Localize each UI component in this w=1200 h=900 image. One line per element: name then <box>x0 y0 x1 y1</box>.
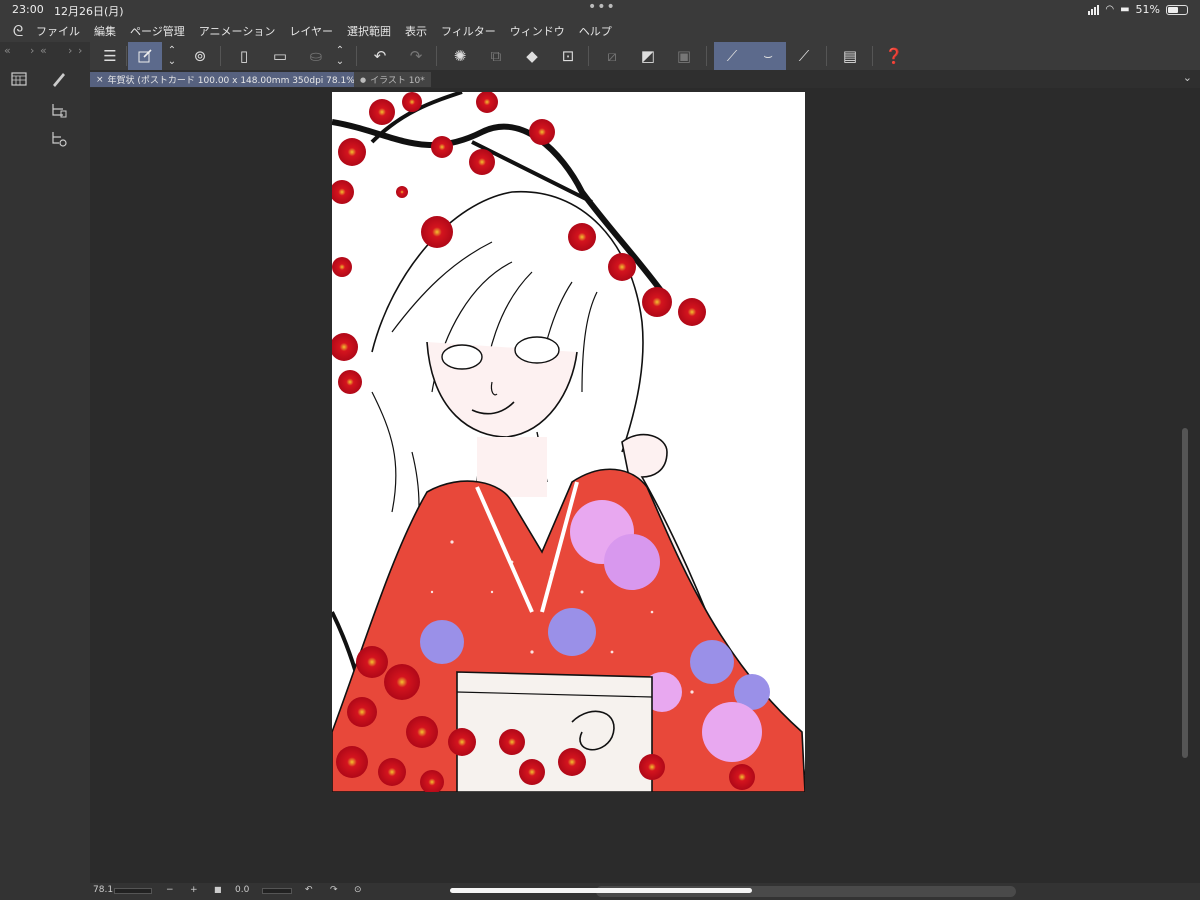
battery-percent: 51% <box>1135 3 1160 16</box>
open-folder-icon[interactable]: ▭ <box>266 42 294 70</box>
document-tab-bar: × 年賀状 (ポストカード 100.00 x 148.00mm 350dpi 7… <box>90 70 1200 88</box>
app-window: 23:00 12月26日(月) ••• ◠ ▬ 51% ᘓ ファイル 編集 ペー… <box>0 0 1200 900</box>
collapse-left-icon[interactable]: « <box>4 44 11 57</box>
menu-view[interactable]: 表示 <box>405 23 427 39</box>
multitasking-dots-icon[interactable]: ••• <box>588 0 616 15</box>
zoom-out-button[interactable]: − <box>166 885 174 895</box>
rotate-left-icon[interactable]: ↶ <box>305 885 313 895</box>
unsaved-dot-icon: ● <box>360 75 367 84</box>
toolbar-divider <box>872 46 873 66</box>
menu-file[interactable]: ファイル <box>36 23 80 39</box>
vertical-scrollbar[interactable] <box>1182 428 1188 758</box>
menu-edit[interactable]: 編集 <box>94 23 116 39</box>
toolbar-divider <box>126 46 127 66</box>
menu-layer[interactable]: レイヤー <box>289 23 333 39</box>
toolbar-divider <box>436 46 437 66</box>
command-bar: ☰ ⌃ ⌄ ⊚ ▯ ▭ ⛀ ⌃ ⌄ ↶ ↷ ✺ ⧉ ◆ ⊡ ⧄ ◩ ▣ ⟋ ⌣ ⟋ … <box>90 42 1200 70</box>
tab-label: 年賀状 (ポストカード 100.00 x 148.00mm 350dpi 78.… <box>107 76 359 86</box>
save-icon[interactable]: ⛀ <box>302 42 330 70</box>
snap-brush-icon[interactable]: ⌣ <box>750 42 786 70</box>
toolbar-divider <box>356 46 357 66</box>
zoom-value[interactable]: 78.1 <box>93 885 113 895</box>
left-palette-rail: « › « › › <box>0 42 90 900</box>
companion-mode-icon[interactable]: ▤ <box>836 42 864 70</box>
undo-icon[interactable]: ↶ <box>366 42 394 70</box>
toolbar-divider <box>588 46 589 66</box>
toolbar-divider <box>826 46 827 66</box>
menu-page-management[interactable]: ページ管理 <box>130 23 185 39</box>
status-bar: 23:00 12月26日(月) ••• ◠ ▬ 51% <box>0 0 1200 20</box>
close-tab-icon[interactable]: × <box>96 75 104 85</box>
clear-selection-icon[interactable]: ⧄ <box>598 42 626 70</box>
menu-help[interactable]: ヘルプ <box>579 23 612 39</box>
illustration-canvas[interactable] <box>332 92 805 792</box>
hamburger-menu-icon[interactable]: ☰ <box>96 42 124 70</box>
border-selection-icon[interactable]: ▣ <box>670 42 698 70</box>
menu-bar: ᘓ ファイル 編集 ページ管理 アニメーション レイヤー 選択範囲 表示 フィル… <box>0 20 1200 42</box>
menu-filter[interactable]: フィルター <box>441 23 496 39</box>
menu-window[interactable]: ウィンドウ <box>510 23 565 39</box>
status-time: 23:00 <box>12 3 44 16</box>
tab-nengajo[interactable]: × 年賀状 (ポストカード 100.00 x 148.00mm 350dpi 7… <box>90 72 365 87</box>
zoom-in-button[interactable]: + <box>190 885 198 895</box>
toolbar-divider <box>220 46 221 66</box>
snap-ruler-icon[interactable]: ⟋ <box>714 42 750 70</box>
wifi-icon: ◠ <box>1105 4 1115 15</box>
zoom-slider[interactable] <box>114 888 152 894</box>
toolbar-divider <box>706 46 707 66</box>
reset-rotation-icon[interactable]: ⊙ <box>354 885 362 895</box>
expand-right-icon-2[interactable]: › <box>78 44 82 57</box>
canvas-area[interactable] <box>90 88 1190 883</box>
snap-special-ruler-icon[interactable]: ⟋ <box>790 42 818 70</box>
loading-spinner-icon[interactable]: ✺ <box>446 42 474 70</box>
fit-view-icon[interactable]: ■ <box>214 885 222 894</box>
fill-bucket-icon[interactable]: ◆ <box>518 42 546 70</box>
rotate-right-icon[interactable]: ↷ <box>330 885 338 895</box>
status-date: 12月26日(月) <box>54 5 124 18</box>
cellular-signal-icon <box>1088 4 1100 15</box>
rotation-slider[interactable] <box>262 888 292 894</box>
clip-studio-logo-icon[interactable]: ᘓ <box>0 22 36 40</box>
rotation-value[interactable]: 0.0 <box>235 885 249 895</box>
calendar-grid-icon[interactable] <box>8 68 30 90</box>
help-icon[interactable]: ❓ <box>880 42 908 70</box>
layer-property-icon[interactable] <box>48 100 70 122</box>
menu-selection[interactable]: 選択範囲 <box>347 23 391 39</box>
edit-mode-icon[interactable] <box>128 42 162 70</box>
tool-settings-icon[interactable] <box>48 128 70 150</box>
clip-studio-icon[interactable]: ⊚ <box>186 42 214 70</box>
battery-icon <box>1166 4 1188 15</box>
transform-icon[interactable]: ⊡ <box>554 42 582 70</box>
mode-switch-chevron-icon[interactable]: ⌃ ⌄ <box>162 42 182 70</box>
tab-list-chevron-icon[interactable]: ⌄ <box>1183 71 1192 84</box>
save-options-chevron-icon[interactable]: ⌃ ⌄ <box>330 42 350 70</box>
collapse-left-icon-2[interactable]: « <box>40 44 47 57</box>
illustration-artwork <box>332 92 805 792</box>
new-canvas-icon[interactable]: ▯ <box>230 42 258 70</box>
invert-selection-icon[interactable]: ◩ <box>634 42 662 70</box>
menu-animation[interactable]: アニメーション <box>199 23 276 39</box>
copy-layer-icon[interactable]: ⧉ <box>482 42 510 70</box>
status-indicators: ◠ ▬ 51% <box>1088 3 1188 16</box>
home-indicator[interactable] <box>450 888 752 893</box>
tab-label: イラスト 10* <box>370 76 425 86</box>
chevron-right-icon[interactable]: › <box>30 44 34 57</box>
expand-right-icon[interactable]: › <box>68 44 72 57</box>
bed-icon: ▬ <box>1120 4 1130 15</box>
tab-illust-10[interactable]: ● イラスト 10* <box>354 72 431 87</box>
pen-tool-icon[interactable] <box>48 68 70 90</box>
redo-icon[interactable]: ↷ <box>402 42 430 70</box>
